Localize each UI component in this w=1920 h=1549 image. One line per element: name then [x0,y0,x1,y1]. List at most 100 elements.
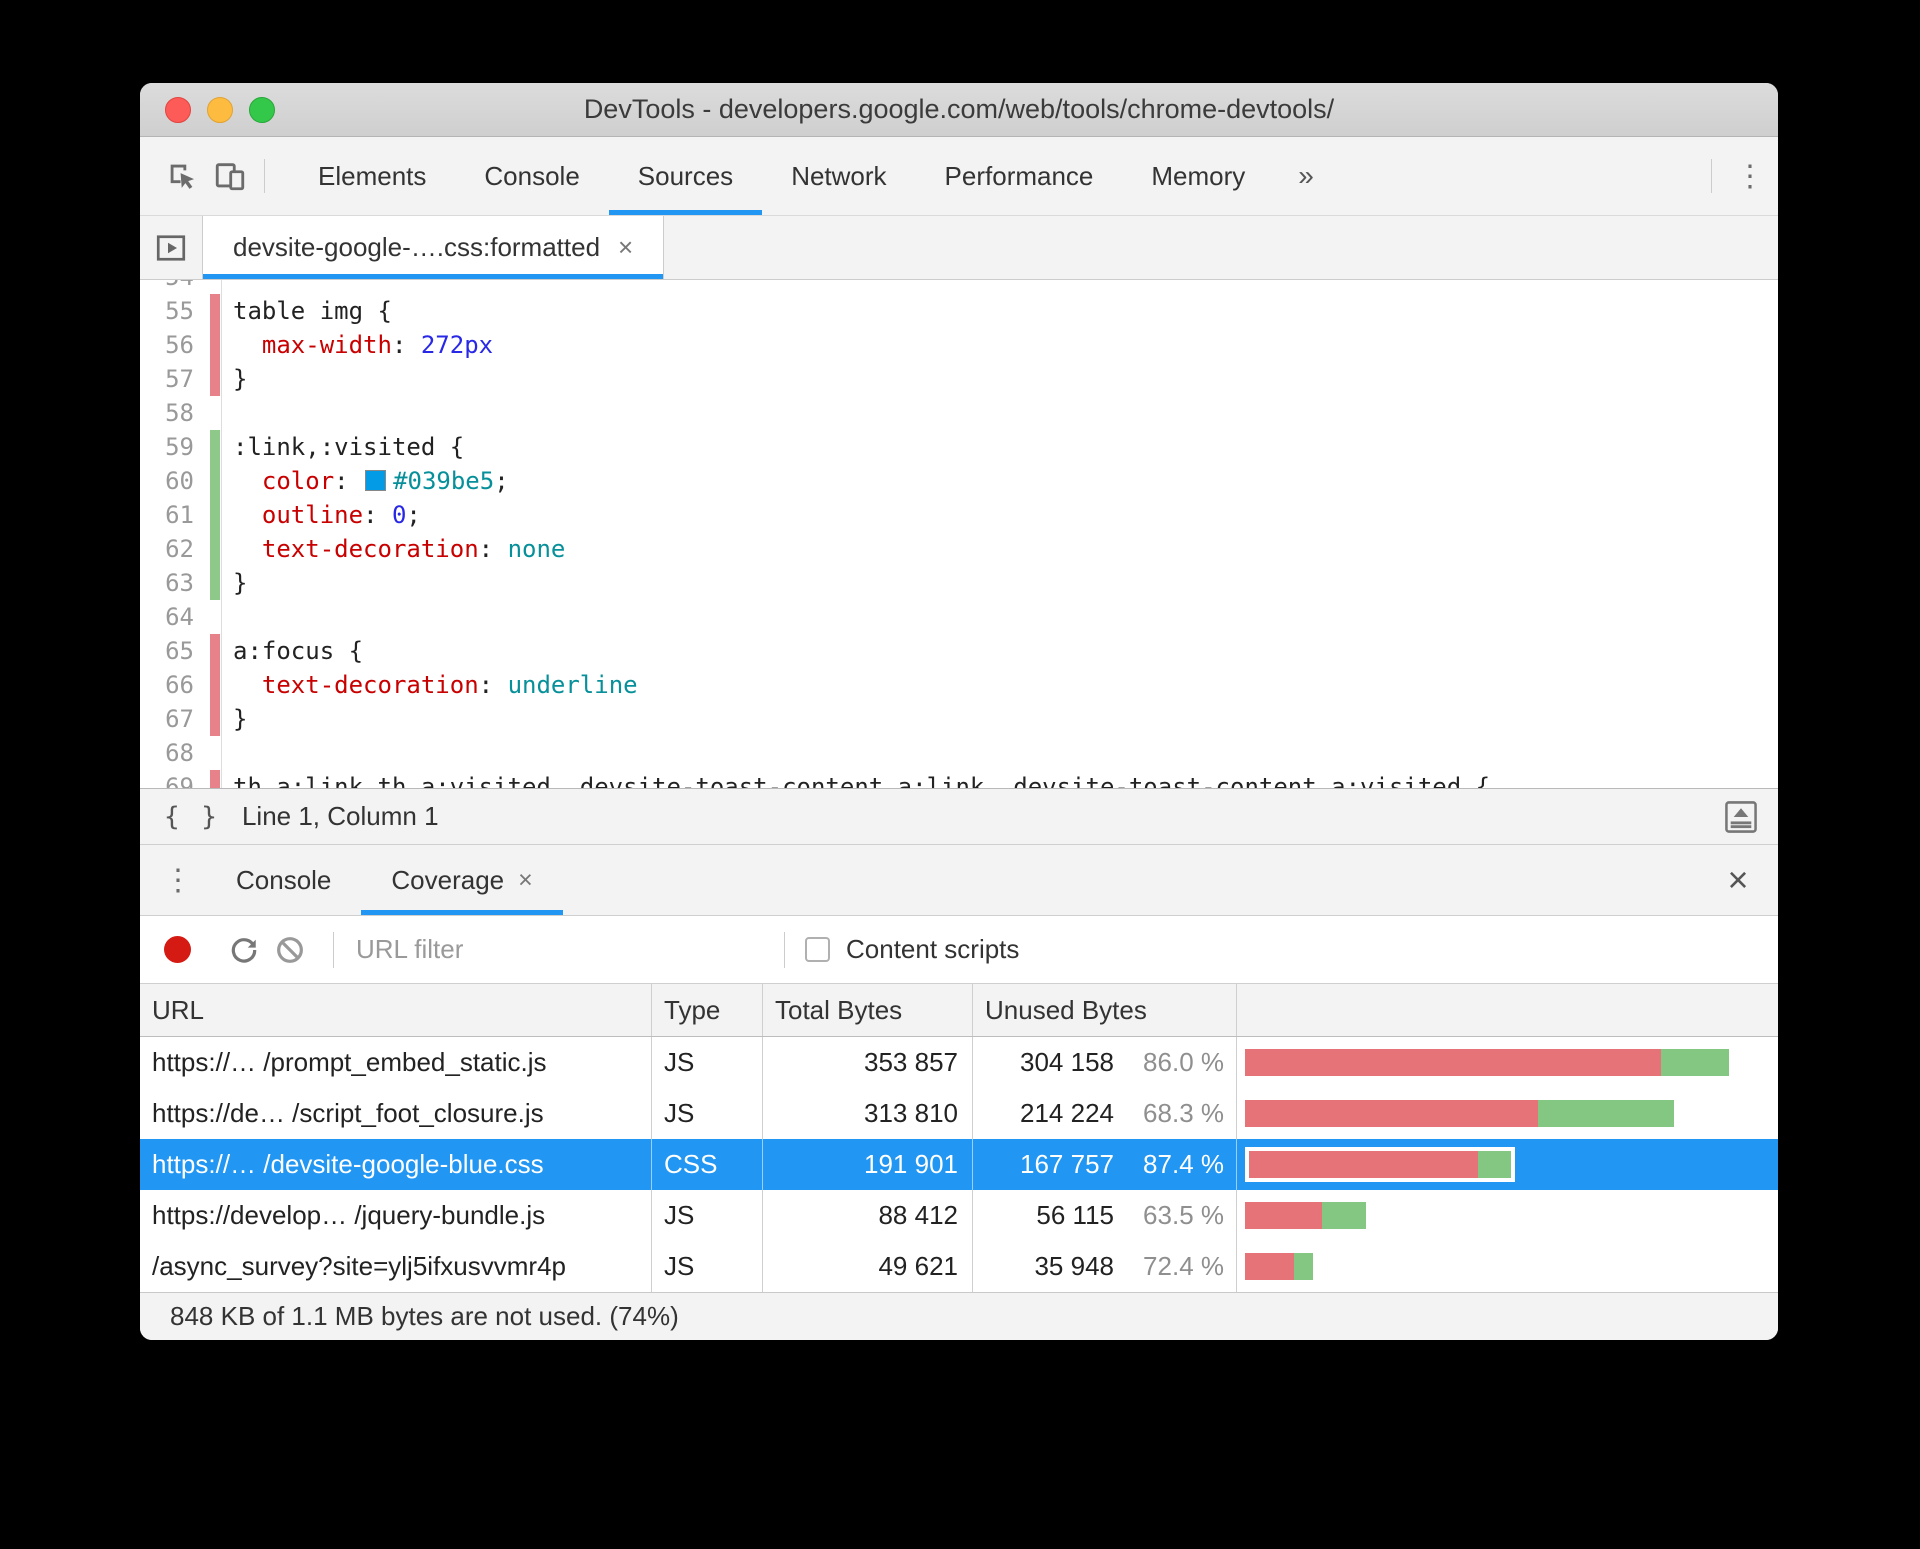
file-tab-devsite-css[interactable]: devsite-google-….css:formatted × [202,216,665,279]
cell-unused-percent: 72.4 % [1143,1251,1224,1281]
code-text: } [233,569,248,597]
column-header-total-bytes[interactable]: Total Bytes [763,984,973,1036]
drawer-tab-coverage[interactable]: Coverage × [361,845,562,915]
drawer-tab-label: Console [236,864,332,895]
code-text: table img { [233,297,392,325]
coverage-row[interactable]: https://develop… /jquery-bundle.js JS 88 4… [140,1190,1778,1241]
drawer-tabs: Console Coverage × [206,845,563,915]
coverage-row[interactable]: /async_survey?site=ylj5ifxusvvmr4p JS 49 6… [140,1241,1778,1292]
cell-total-bytes: 353 857 [763,1037,973,1088]
show-navigator-icon[interactable] [140,216,202,279]
code-line[interactable]: 69 th a:link,th a:visited,.devsite-toast-… [140,770,1778,788]
coverage-green-marker [210,566,220,600]
cell-unused-bytes: 304 158 86.0 % [973,1037,1237,1088]
expand-editor-icon[interactable] [1722,798,1760,836]
inspect-element-icon[interactable] [158,137,206,215]
code-line[interactable]: 62 text-decoration: none [140,532,1778,566]
zoom-window-button[interactable] [249,96,275,123]
line-number: 56 [140,328,222,362]
file-tab-close-icon[interactable]: × [618,232,633,263]
editor-status-bar: { } Line 1, Column 1 [140,788,1778,845]
tab-sources[interactable]: Sources [609,137,762,215]
code-line[interactable]: 66 text-decoration: underline [140,668,1778,702]
toolbar-separator [333,931,334,968]
used-bytes-bar [1538,1100,1674,1127]
code-line[interactable]: 68 [140,736,1778,770]
cell-usage-bar [1237,1241,1778,1292]
column-header-type[interactable]: Type [652,984,763,1036]
coverage-green-marker [210,430,220,464]
line-number: 67 [140,702,222,736]
sources-file-tab-strip: devsite-google-….css:formatted × [140,216,1778,280]
code-line[interactable]: 63} [140,566,1778,600]
cell-type: JS [652,1088,763,1139]
code-text: color: #039be5; [261,467,509,495]
more-panels-button[interactable]: » [1274,137,1338,215]
cell-unused-bytes: 167 757 87.4 % [973,1139,1237,1190]
coverage-red-marker [210,668,220,702]
cell-type: JS [652,1037,763,1088]
column-header-unused-bytes[interactable]: Unused Bytes [973,984,1237,1036]
line-number: 58 [140,396,222,430]
tab-memory[interactable]: Memory [1122,137,1274,215]
color-swatch[interactable] [365,470,387,491]
code-editor[interactable]: 5455table img {56 max-width: 272px57}585… [140,280,1778,788]
devtools-main-toolbar: Elements Console Sources Network Performance… [140,137,1778,216]
close-window-button[interactable] [165,96,191,123]
line-number: 54 [140,280,222,294]
tab-elements[interactable]: Elements [289,137,455,215]
traffic-lights [165,96,275,123]
code-line[interactable]: 67} [140,702,1778,736]
coverage-row[interactable]: https://… /devsite-google-blue.css CSS 191… [140,1139,1778,1190]
cell-type: CSS [652,1139,763,1190]
pretty-print-icon[interactable]: { } [164,802,220,832]
used-bytes-bar [1321,1202,1366,1229]
code-line[interactable]: 65 a:focus { [140,634,1778,668]
drawer-tab-bar: ⋮ Console Coverage × × [140,845,1778,916]
code-text: max-width: 272px [261,331,494,359]
tab-console[interactable]: Console [455,137,608,215]
code-line[interactable]: 60 color: #039be5; [140,464,1778,498]
code-line[interactable]: 61 outline: 0; [140,498,1778,532]
cell-url: https://… /devsite-google-blue.css [140,1139,652,1190]
code-line[interactable]: 57} [140,362,1778,396]
cell-total-bytes: 313 810 [763,1088,973,1139]
coverage-row[interactable]: https://de… /script_foot_closure.js JS 313… [140,1088,1778,1139]
drawer-tab-console[interactable]: Console [206,845,361,915]
devtools-menu-icon[interactable]: ⋮ [1722,137,1778,215]
line-number: 59 [140,430,222,464]
code-line[interactable]: 55 table img { [140,294,1778,328]
line-number: 57 [140,362,222,396]
column-header-bar[interactable] [1237,984,1778,1036]
url-filter-input[interactable] [354,933,654,966]
code-line[interactable]: 64 [140,600,1778,634]
coverage-red-marker [210,702,220,736]
content-scripts-checkbox[interactable] [805,937,830,962]
cell-unused-percent: 68.3 % [1143,1098,1224,1128]
column-header-url[interactable]: URL [140,984,652,1036]
toolbar-separator [784,931,785,968]
clear-icon[interactable] [267,934,313,966]
coverage-row[interactable]: https://… /prompt_embed_static.js JS 353 8… [140,1037,1778,1088]
code-line[interactable]: 59:link,:visited { [140,430,1778,464]
record-coverage-button[interactable] [164,936,191,963]
coverage-green-marker [210,464,220,498]
code-line[interactable]: 54 [140,280,1778,294]
code-line[interactable]: 58 [140,396,1778,430]
device-toolbar-icon[interactable] [206,137,254,215]
code-line[interactable]: 56 max-width: 272px [140,328,1778,362]
drawer-tab-close-icon[interactable]: × [518,866,533,895]
reload-icon[interactable] [221,934,267,966]
coverage-table-header: URL Type Total Bytes Unused Bytes [140,984,1778,1037]
minimize-window-button[interactable] [207,96,233,123]
drawer-menu-icon[interactable]: ⋮ [150,845,206,915]
drawer-close-icon[interactable]: × [1698,845,1778,915]
line-number: 65 [140,634,222,668]
coverage-toolbar: Content scripts [140,916,1778,984]
code-lines: 5455table img {56 max-width: 272px57}585… [140,280,1778,788]
tab-performance[interactable]: Performance [916,137,1123,215]
tab-network[interactable]: Network [762,137,915,215]
